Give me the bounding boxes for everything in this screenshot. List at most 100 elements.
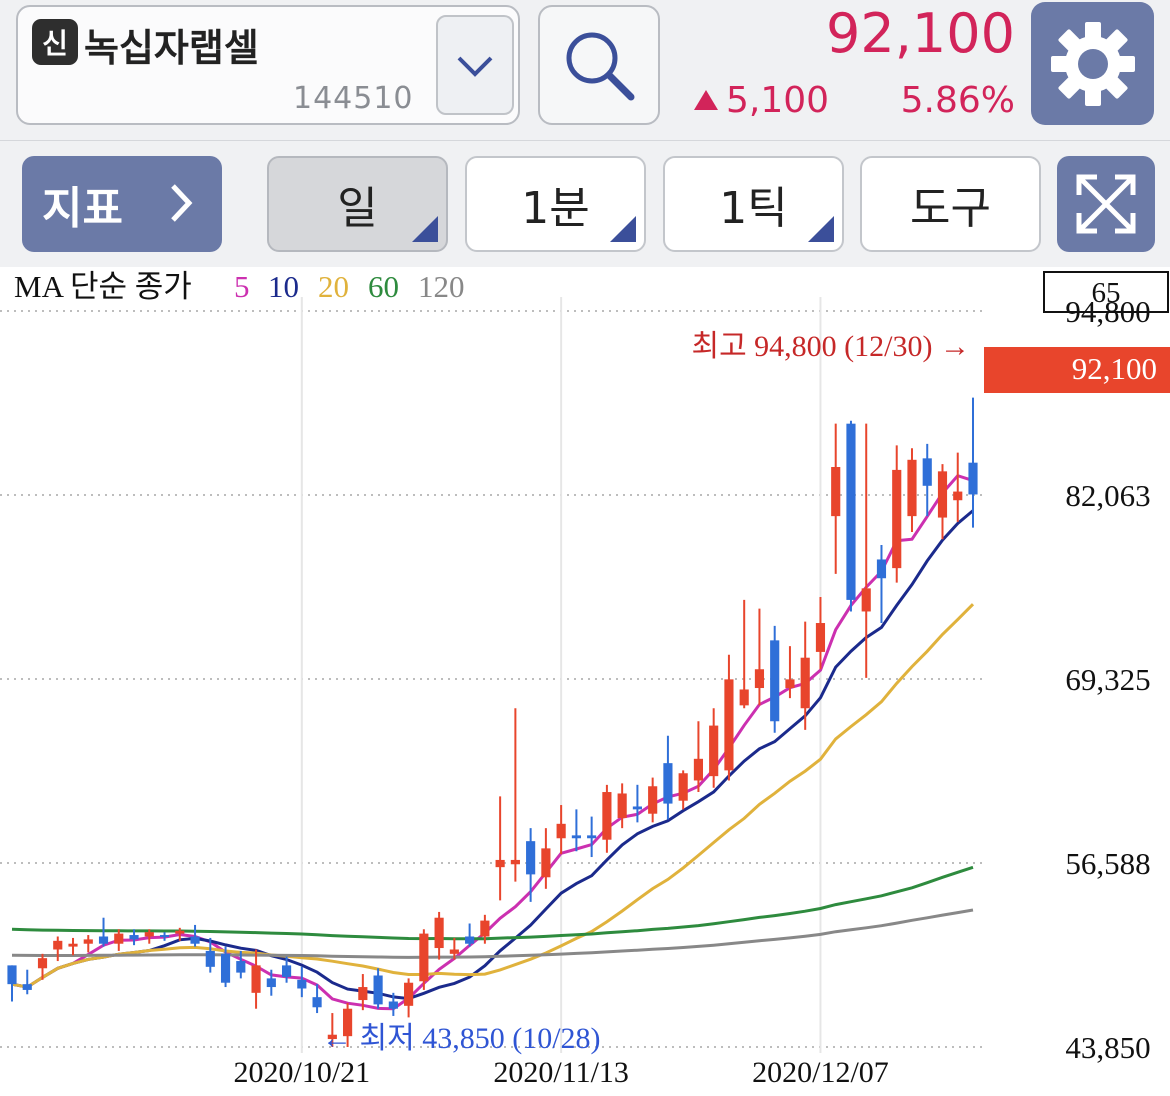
- candle: [831, 423, 841, 574]
- stock-chart[interactable]: MA 단순 종가 5 10 20 60 120 65 43,85056,58869,32…: [0, 267, 1170, 1096]
- period-day-label: 일: [337, 183, 378, 234]
- candle: [68, 937, 78, 956]
- indicator-label: 지표: [42, 183, 123, 234]
- candle: [297, 966, 307, 998]
- candle: [617, 783, 627, 829]
- candle-body: [831, 467, 841, 517]
- period-day-button[interactable]: 일: [267, 156, 448, 252]
- candle-body: [510, 859, 520, 865]
- candle: [434, 911, 444, 960]
- candle: [22, 969, 32, 995]
- candle-body: [541, 848, 551, 878]
- candle: [526, 828, 536, 902]
- stock-header: 신 녹십자랩셀 144510 92,100 5,100 5.86%: [0, 0, 1170, 141]
- candle-body: [388, 1001, 398, 1009]
- candle-body: [602, 792, 612, 840]
- candle-body: [7, 965, 17, 985]
- ma-legend-item: 60: [368, 269, 399, 304]
- candle-body: [846, 423, 856, 600]
- candle-body: [449, 949, 459, 954]
- max-price-annotation: 최고 94,800 (12/30) →: [691, 330, 970, 363]
- stock-dropdown-button[interactable]: [436, 15, 514, 115]
- min-price-annotation: ← 최저 43,850 (10/28): [322, 1022, 601, 1055]
- candle: [495, 796, 505, 901]
- candle-body: [800, 657, 810, 709]
- tools-button[interactable]: 도구: [860, 156, 1041, 252]
- y-tick-label: 43,850: [1065, 1030, 1150, 1065]
- candle-body: [22, 984, 32, 990]
- candle-body: [480, 920, 490, 937]
- settings-button[interactable]: [1031, 2, 1154, 125]
- period-tick-button[interactable]: 1틱: [663, 156, 844, 252]
- candle-body: [220, 953, 231, 983]
- candle: [724, 654, 734, 781]
- candle-body: [114, 933, 124, 944]
- candle: [159, 932, 170, 941]
- candle-body: [556, 823, 566, 839]
- candle-body: [785, 679, 795, 689]
- stock-badge: 신: [32, 19, 78, 65]
- candle-body: [37, 958, 48, 969]
- dropdown-corner-icon: [808, 216, 834, 242]
- candle-body: [632, 806, 642, 810]
- expand-icon: [1076, 174, 1136, 234]
- search-button[interactable]: [538, 5, 660, 125]
- up-arrow-icon: [694, 90, 718, 110]
- candle-body: [648, 786, 658, 814]
- expand-button[interactable]: [1057, 156, 1155, 252]
- candle-body: [404, 982, 414, 1006]
- candle-body: [159, 935, 170, 938]
- candle: [404, 978, 414, 1018]
- candle: [556, 805, 566, 855]
- candle-body: [922, 458, 932, 486]
- candle: [846, 420, 856, 612]
- period-minute-label: 1분: [521, 183, 590, 234]
- current-price-tag-label: 92,100: [1072, 351, 1157, 386]
- candle-body: [587, 835, 597, 839]
- candle-body: [297, 979, 307, 989]
- candle: [678, 770, 688, 810]
- gear-icon: [1050, 21, 1135, 106]
- candle-body: [968, 462, 978, 495]
- ma-legend-item: 10: [268, 269, 299, 304]
- search-icon: [566, 32, 635, 101]
- candle-body: [937, 471, 948, 518]
- candle-body: [129, 935, 139, 940]
- candle-body: [419, 933, 429, 982]
- x-tick-label: 2020/10/21: [233, 1056, 370, 1089]
- y-tick-label: 56,588: [1065, 846, 1150, 881]
- indicator-button[interactable]: 지표: [22, 156, 222, 252]
- dropdown-corner-icon: [610, 216, 636, 242]
- candle: [587, 816, 597, 858]
- candle: [83, 935, 93, 953]
- candle: [968, 397, 978, 528]
- candle-body: [53, 940, 63, 950]
- candle-body: [861, 588, 871, 612]
- current-price: 92,100: [826, 2, 1015, 65]
- stock-selector[interactable]: 신 녹십자랩셀 144510: [16, 5, 520, 125]
- candle-body: [144, 932, 154, 937]
- candle-body: [770, 640, 780, 722]
- candle-body: [892, 469, 902, 569]
- candle: [663, 735, 673, 820]
- candle-body: [495, 859, 505, 868]
- candle-body: [754, 669, 765, 689]
- chart-toolbar: 지표 일 1분 1틱 도구: [0, 141, 1170, 267]
- tools-label: 도구: [910, 183, 991, 234]
- period-minute-button[interactable]: 1분: [465, 156, 646, 252]
- candle-body: [709, 725, 719, 777]
- candle: [419, 929, 429, 990]
- candle-body: [312, 997, 322, 1008]
- candle: [754, 608, 765, 706]
- candle: [602, 784, 612, 853]
- candle: [937, 464, 948, 540]
- candle-body: [663, 763, 673, 804]
- candle: [739, 599, 749, 709]
- y-tick-label: 82,063: [1065, 478, 1150, 513]
- candle: [53, 936, 63, 962]
- candle-body: [815, 623, 826, 652]
- candle-body: [358, 987, 368, 1001]
- period-tick-label: 1틱: [719, 183, 788, 234]
- candle-body: [205, 950, 215, 967]
- ma5-line: [11, 473, 974, 1011]
